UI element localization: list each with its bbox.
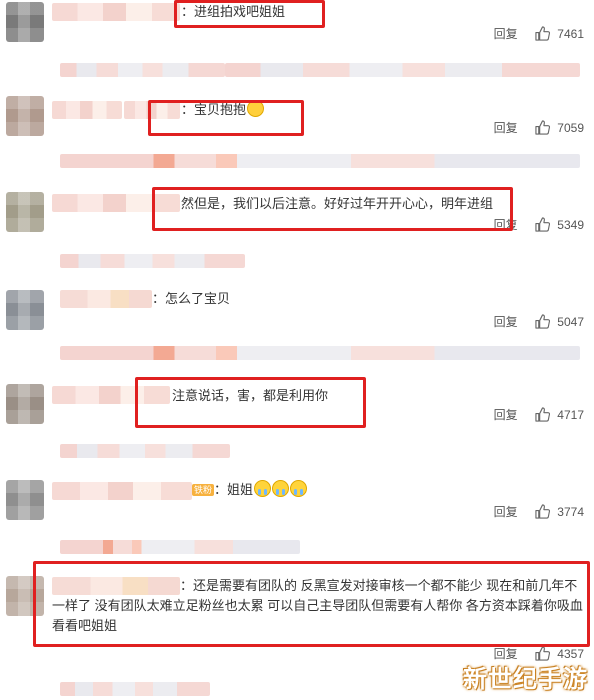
thumbs-up-icon[interactable] xyxy=(535,314,550,332)
username-blurred[interactable] xyxy=(60,290,152,308)
comment-actions: 回复 5047 xyxy=(494,313,584,333)
username-blurred[interactable] xyxy=(124,101,180,119)
username-blurred[interactable] xyxy=(52,3,180,21)
comment-text: 然但是，我们以后注意。好好过年开开心心，明年进组 xyxy=(181,196,494,211)
thumbs-up-icon[interactable] xyxy=(535,26,550,44)
username-blurred[interactable] xyxy=(52,482,192,500)
reply-button[interactable]: 回复 xyxy=(494,313,518,330)
reply-preview-blurred[interactable] xyxy=(60,254,245,268)
comment-text-content: ：姐姐 xyxy=(214,482,254,497)
reply-button[interactable]: 回复 xyxy=(494,406,518,423)
username-blurred[interactable] xyxy=(52,194,180,212)
comment-text: ：还是需要有团队的 反黑宣发对接审核一个都不能少 现在和前几年不一样了 没有团队… xyxy=(52,578,583,633)
crying-face-icon xyxy=(272,480,290,497)
crying-face-icon xyxy=(290,480,308,497)
comment-text: ：怎么了宝贝 xyxy=(152,291,231,306)
reply-preview-blurred[interactable] xyxy=(60,444,230,458)
comment-actions: 回复 4717 xyxy=(494,406,584,426)
username-blurred[interactable] xyxy=(52,386,170,404)
avatar[interactable] xyxy=(6,384,44,424)
comment-text-content: ：宝贝抱抱 xyxy=(181,102,247,117)
like-count: 7059 xyxy=(557,121,584,135)
reply-button[interactable]: 回复 xyxy=(494,25,518,42)
reply-preview-blurred[interactable] xyxy=(60,682,210,696)
like-count: 3774 xyxy=(557,505,584,519)
like-count: 5349 xyxy=(557,218,584,232)
thumbs-up-icon[interactable] xyxy=(535,407,550,425)
crying-face-icon xyxy=(254,480,272,497)
watermark: 新世纪手游 xyxy=(463,666,588,693)
thumbs-up-icon[interactable] xyxy=(535,120,550,138)
avatar[interactable] xyxy=(6,192,44,232)
comment-text: 铁粉 ：姐姐 xyxy=(192,480,308,500)
avatar[interactable] xyxy=(6,576,44,616)
comment-text: ：进组拍戏吧姐姐 xyxy=(181,4,286,19)
comment-text: ：宝贝抱抱 xyxy=(181,100,265,120)
reply-preview-blurred[interactable] xyxy=(225,63,580,77)
username-blurred[interactable] xyxy=(52,101,122,119)
thumbs-up-icon[interactable] xyxy=(535,217,550,235)
comment-actions: 回复 3774 xyxy=(494,503,584,523)
reply-button[interactable]: 回复 xyxy=(494,216,518,233)
reply-preview-blurred[interactable] xyxy=(60,63,225,77)
comment-actions: 回复 7059 xyxy=(494,119,584,139)
reply-preview-blurred[interactable] xyxy=(60,346,580,360)
reply-button[interactable]: 回复 xyxy=(494,503,518,520)
like-count: 7461 xyxy=(557,27,584,41)
reply-preview-blurred[interactable] xyxy=(60,540,300,554)
comment-actions: 回复 5349 xyxy=(494,216,584,236)
avatar[interactable] xyxy=(6,96,44,136)
fan-badge[interactable]: 铁粉 xyxy=(192,484,215,496)
like-count: 4717 xyxy=(557,408,584,422)
reply-preview-blurred[interactable] xyxy=(60,154,580,168)
heart-face-icon xyxy=(247,100,265,117)
comment-text: 注意说话，害，都是利用你 xyxy=(172,388,329,403)
thumbs-up-icon[interactable] xyxy=(535,504,550,522)
like-count: 5047 xyxy=(557,315,584,329)
avatar[interactable] xyxy=(6,2,44,42)
reply-button[interactable]: 回复 xyxy=(494,119,518,136)
avatar[interactable] xyxy=(6,480,44,520)
avatar[interactable] xyxy=(6,290,44,330)
comment-actions: 回复 7461 xyxy=(494,25,584,45)
